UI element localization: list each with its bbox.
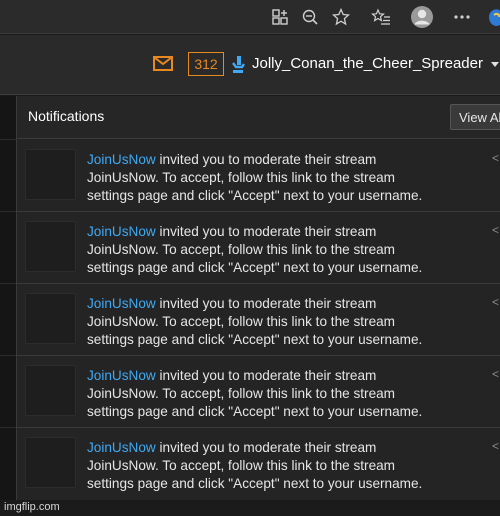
chevron-down-icon[interactable] [491, 62, 499, 67]
background-page-strip [0, 96, 16, 500]
sidebar-app-icon[interactable] [484, 5, 500, 29]
notification-item[interactable]: JoinUsNow invited you to moderate their … [17, 212, 500, 284]
message-line: invited you to moderate their stream [155, 368, 377, 383]
chevron-left-icon[interactable]: < [492, 367, 499, 381]
message-line: settings page and click "Accept" next to… [87, 188, 423, 204]
mail-icon[interactable] [153, 56, 173, 71]
avatar [25, 437, 76, 488]
notifications-header: Notifications View All [17, 96, 500, 139]
notifications-panel: Notifications View All JoinUsNow invited… [16, 96, 500, 500]
avatar [25, 293, 76, 344]
sender-link[interactable]: JoinUsNow [87, 224, 156, 239]
user-icon [230, 54, 246, 74]
message-line: JoinUsNow. To accept, follow this link t… [87, 458, 396, 474]
message-line: JoinUsNow. To accept, follow this link t… [87, 170, 396, 186]
message-line: settings page and click "Accept" next to… [87, 476, 423, 492]
zoom-out-icon[interactable] [298, 5, 322, 29]
notification-item[interactable]: JoinUsNow invited you to moderate their … [17, 284, 500, 356]
message-line: invited you to moderate their stream [155, 296, 377, 311]
message-line: invited you to moderate their stream [155, 152, 377, 167]
site-header: 312 Jolly_Conan_the_Cheer_Spreader [0, 35, 500, 95]
panel-title: Notifications [28, 108, 105, 124]
username[interactable]: Jolly_Conan_the_Cheer_Spreader [252, 55, 483, 72]
message-line: JoinUsNow. To accept, follow this link t… [87, 386, 396, 402]
more-options-icon[interactable] [450, 5, 474, 29]
message-line: invited you to moderate their stream [155, 440, 377, 455]
chevron-left-icon[interactable]: < [492, 295, 499, 309]
sender-link[interactable]: JoinUsNow [87, 368, 156, 383]
message-line: JoinUsNow. To accept, follow this link t… [87, 314, 396, 330]
notification-count-badge[interactable]: 312 [188, 52, 224, 76]
avatar [25, 221, 76, 272]
favorite-star-icon[interactable] [329, 5, 353, 29]
message-line: invited you to moderate their stream [155, 224, 377, 239]
sender-link[interactable]: JoinUsNow [87, 152, 156, 167]
message-line: settings page and click "Accept" next to… [87, 332, 423, 348]
chevron-left-icon[interactable]: < [492, 223, 499, 237]
chevron-left-icon[interactable]: < [492, 439, 499, 453]
notification-text: JoinUsNow invited you to moderate their … [87, 223, 487, 278]
profile-avatar-icon[interactable] [410, 5, 434, 29]
message-line: JoinUsNow. To accept, follow this link t… [87, 242, 396, 258]
sender-link[interactable]: JoinUsNow [87, 296, 156, 311]
avatar [25, 149, 76, 200]
watermark: imgflip.com [4, 501, 60, 513]
notification-item[interactable]: JoinUsNow invited you to moderate their … [17, 428, 500, 500]
notification-text: JoinUsNow invited you to moderate their … [87, 295, 487, 350]
notification-text: JoinUsNow invited you to moderate their … [87, 439, 487, 494]
browser-toolbar [0, 0, 500, 34]
notification-text: JoinUsNow invited you to moderate their … [87, 151, 487, 206]
notification-item[interactable]: JoinUsNow invited you to moderate their … [17, 140, 500, 212]
favorites-list-icon[interactable] [369, 5, 393, 29]
avatar [25, 365, 76, 416]
message-line: settings page and click "Accept" next to… [87, 404, 423, 420]
chevron-left-icon[interactable]: < [492, 151, 499, 165]
add-extension-icon[interactable] [268, 5, 292, 29]
notification-text: JoinUsNow invited you to moderate their … [87, 367, 487, 422]
notification-item[interactable]: JoinUsNow invited you to moderate their … [17, 356, 500, 428]
view-all-button[interactable]: View All [450, 104, 500, 130]
sender-link[interactable]: JoinUsNow [87, 440, 156, 455]
message-line: settings page and click "Accept" next to… [87, 260, 423, 276]
